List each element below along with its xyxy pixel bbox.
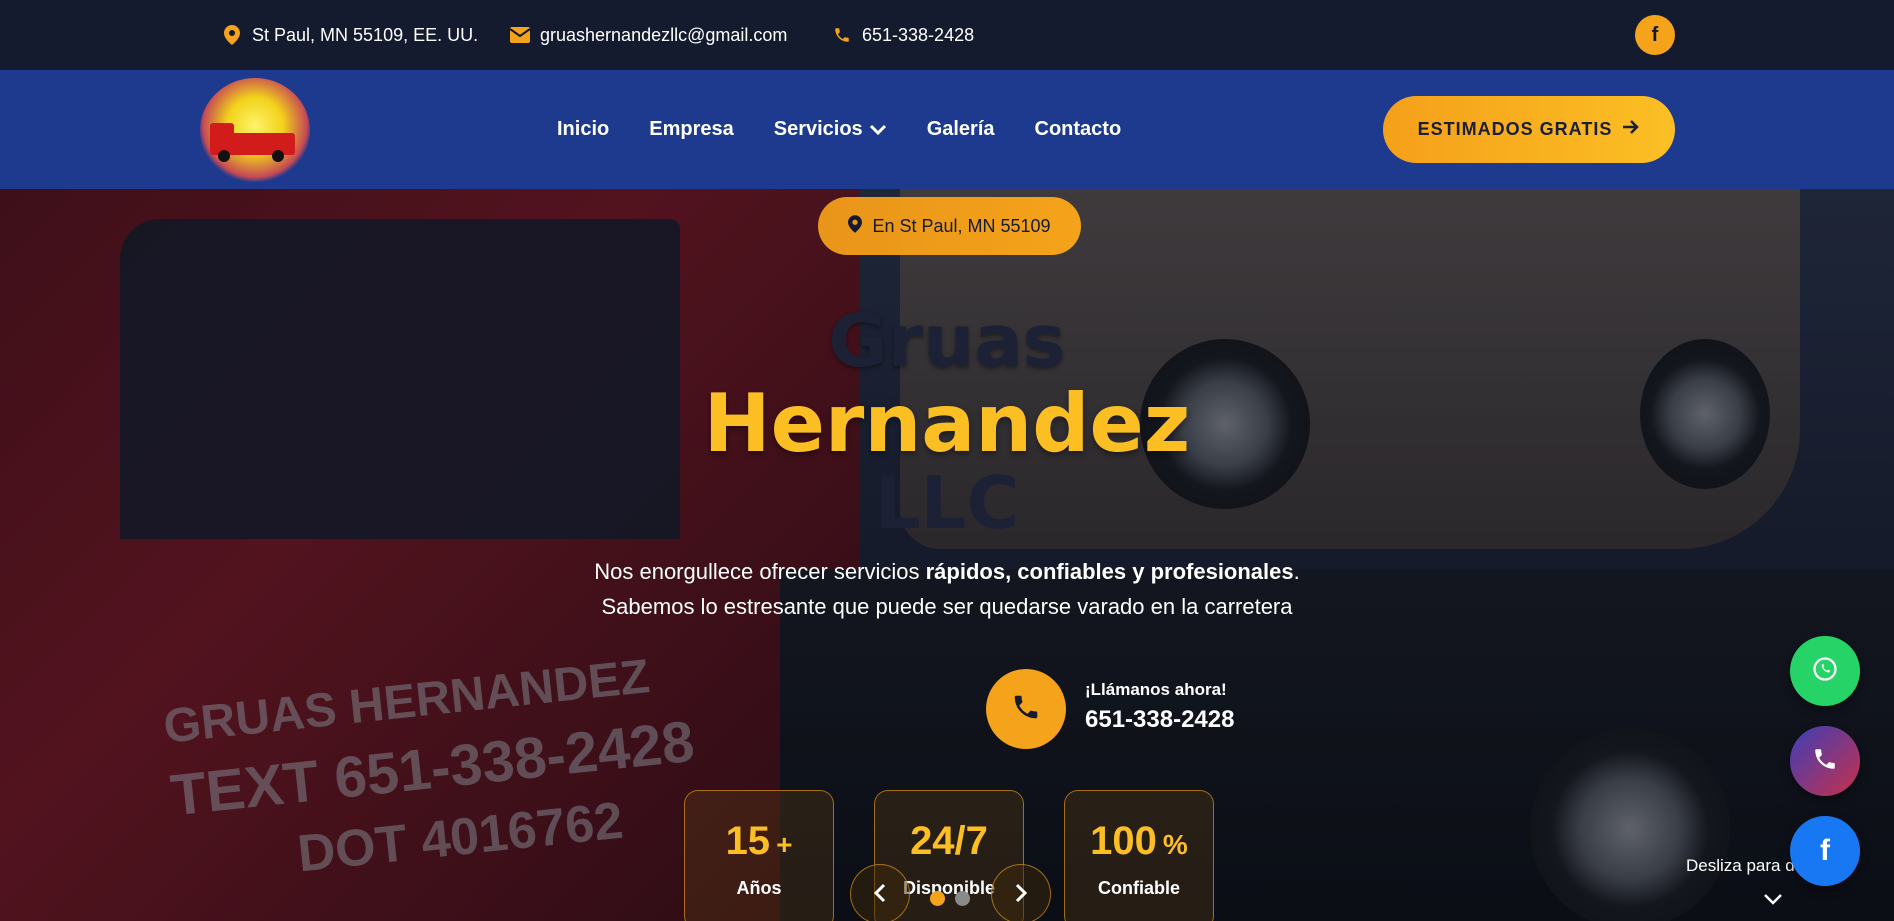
chevron-down-icon[interactable] xyxy=(1763,890,1783,913)
whatsapp-button[interactable] xyxy=(1790,636,1860,706)
nav-item-contacto[interactable]: Contacto xyxy=(1035,118,1122,141)
whatsapp-icon xyxy=(1811,655,1839,688)
stat-card-years: 15 + Años xyxy=(684,790,834,921)
carousel-prev-button[interactable] xyxy=(850,864,910,921)
facebook-icon[interactable]: f xyxy=(1635,15,1675,55)
call-now-number[interactable]: 651-338-2428 xyxy=(1085,706,1234,734)
nav-item-servicios-label: Servicios xyxy=(773,118,863,140)
phone-icon xyxy=(1812,746,1838,777)
phone-info[interactable]: 651-338-2428 xyxy=(832,0,974,70)
arrow-right-icon xyxy=(1622,118,1640,141)
free-estimate-button[interactable]: ESTIMADOS GRATIS xyxy=(1383,96,1675,163)
chevron-left-icon xyxy=(873,879,887,910)
map-pin-icon xyxy=(222,25,242,45)
address-info: St Paul, MN 55109, EE. UU. xyxy=(222,0,478,70)
envelope-icon xyxy=(510,25,530,45)
stat-card-reliability: 100% Confiable xyxy=(1064,790,1214,921)
logo[interactable] xyxy=(200,78,310,183)
email-info[interactable]: gruashernandezllc@gmail.com xyxy=(510,0,787,70)
hero-title-line2: Hernandez xyxy=(703,377,1191,470)
main-nav: Inicio Empresa Servicios Galería Contact… xyxy=(0,70,1894,189)
nav-item-galeria[interactable]: Galería xyxy=(927,118,995,141)
hero-description-line2: Sabemos lo estresante que puede ser qued… xyxy=(601,594,1293,619)
nav-item-empresa[interactable]: Empresa xyxy=(649,118,734,141)
phone-icon xyxy=(832,25,852,45)
map-pin-icon xyxy=(848,214,863,238)
nav-item-servicios[interactable]: Servicios xyxy=(774,118,887,141)
hero-description-line1: Nos enorgullece ofrecer servicios rápido… xyxy=(594,559,1300,584)
carousel-dot-1[interactable] xyxy=(930,891,945,906)
hero-title-line3: LLC xyxy=(874,461,1020,545)
nav-item-inicio[interactable]: Inicio xyxy=(557,118,609,141)
carousel-dot-2[interactable] xyxy=(955,891,970,906)
phone-icon xyxy=(1011,692,1041,727)
hero-title-line1: Gruas xyxy=(828,299,1066,383)
free-estimate-label: ESTIMADOS GRATIS xyxy=(1417,119,1613,139)
location-badge-text: En St Paul, MN 55109 xyxy=(872,215,1051,236)
chevron-right-icon xyxy=(1014,879,1028,910)
call-now-label: ¡Llámanos ahora! xyxy=(1085,680,1227,699)
facebook-icon: f xyxy=(1820,834,1830,867)
address-text: St Paul, MN 55109, EE. UU. xyxy=(252,24,479,45)
top-bar: St Paul, MN 55109, EE. UU. gruashernande… xyxy=(0,0,1894,70)
carousel-next-button[interactable] xyxy=(991,864,1051,921)
nav-menu: Inicio Empresa Servicios Galería Contact… xyxy=(557,70,1161,189)
hero-section: GRUAS HERNANDEZ TEXT 651-338-2428 DOT 40… xyxy=(0,189,1894,921)
phone-text: 651-338-2428 xyxy=(862,24,975,45)
location-badge: En St Paul, MN 55109 xyxy=(818,197,1081,255)
phone-call-float-button[interactable] xyxy=(1790,726,1860,796)
facebook-float-button[interactable]: f xyxy=(1790,816,1860,886)
chevron-down-icon xyxy=(869,124,887,136)
email-text: gruashernandezllc@gmail.com xyxy=(540,24,788,45)
call-now-button[interactable] xyxy=(986,669,1066,749)
